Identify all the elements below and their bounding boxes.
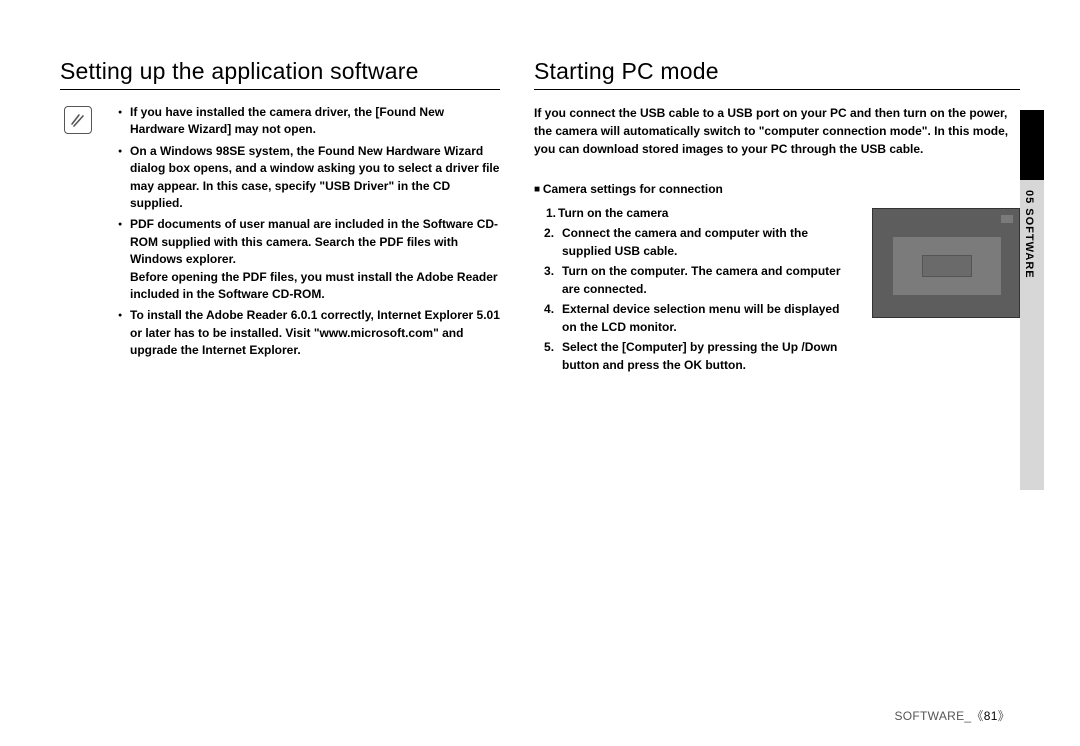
bullet-item: To install the Adobe Reader 6.0.1 correc… (118, 307, 500, 359)
left-column: Setting up the application software If y… (60, 58, 500, 376)
bullet-item: If you have installed the camera driver,… (118, 104, 500, 139)
tab-indicator-dark (1020, 110, 1044, 180)
camera-button-shape (1001, 215, 1013, 223)
steps-and-figure: Turn on the camera Connect the camera an… (534, 204, 1020, 376)
footer-label: SOFTWARE_ (894, 709, 971, 723)
chapter-side-tab: 05 SOFTWARE (1020, 110, 1046, 490)
angle-open: 《 (971, 709, 983, 723)
note-bullet-list: If you have installed the camera driver,… (118, 104, 500, 359)
page-number: 81 (984, 709, 998, 723)
right-column: Starting PC mode If you connect the USB … (534, 58, 1020, 376)
page-footer: SOFTWARE_《81》 (894, 707, 1010, 724)
step-item: Select the [Computer] by pressing the Up… (548, 338, 856, 374)
step-item: Turn on the camera (548, 204, 856, 222)
subsection-heading: Camera settings for connection (534, 182, 1020, 196)
ordered-steps: Turn on the camera Connect the camera an… (548, 204, 856, 376)
angle-close: 》 (998, 709, 1010, 723)
bullet-text: PDF documents of user manual are include… (130, 217, 498, 266)
right-section-title: Starting PC mode (534, 58, 1020, 90)
left-section-title: Setting up the application software (60, 58, 500, 90)
step-item: Connect the camera and computer with the… (548, 224, 856, 260)
bullet-item: PDF documents of user manual are include… (118, 216, 500, 303)
step-item: External device selection menu will be d… (548, 300, 856, 336)
two-column-layout: Setting up the application software If y… (60, 58, 1020, 376)
intro-paragraph: If you connect the USB cable to a USB po… (534, 104, 1020, 158)
note-block: If you have installed the camera driver,… (60, 104, 500, 359)
camera-illustration (872, 208, 1020, 318)
step-item: Turn on the computer. The camera and com… (548, 262, 856, 298)
camera-screen-shape (893, 237, 1001, 295)
tab-label: 05 SOFTWARE (1023, 190, 1035, 279)
manual-page: Setting up the application software If y… (0, 0, 1080, 746)
bullet-item: On a Windows 98SE system, the Found New … (118, 143, 500, 213)
bullet-subtext: Before opening the PDF files, you must i… (130, 270, 498, 301)
subsection-heading-text: Camera settings for connection (543, 182, 723, 196)
note-icon (64, 106, 92, 134)
